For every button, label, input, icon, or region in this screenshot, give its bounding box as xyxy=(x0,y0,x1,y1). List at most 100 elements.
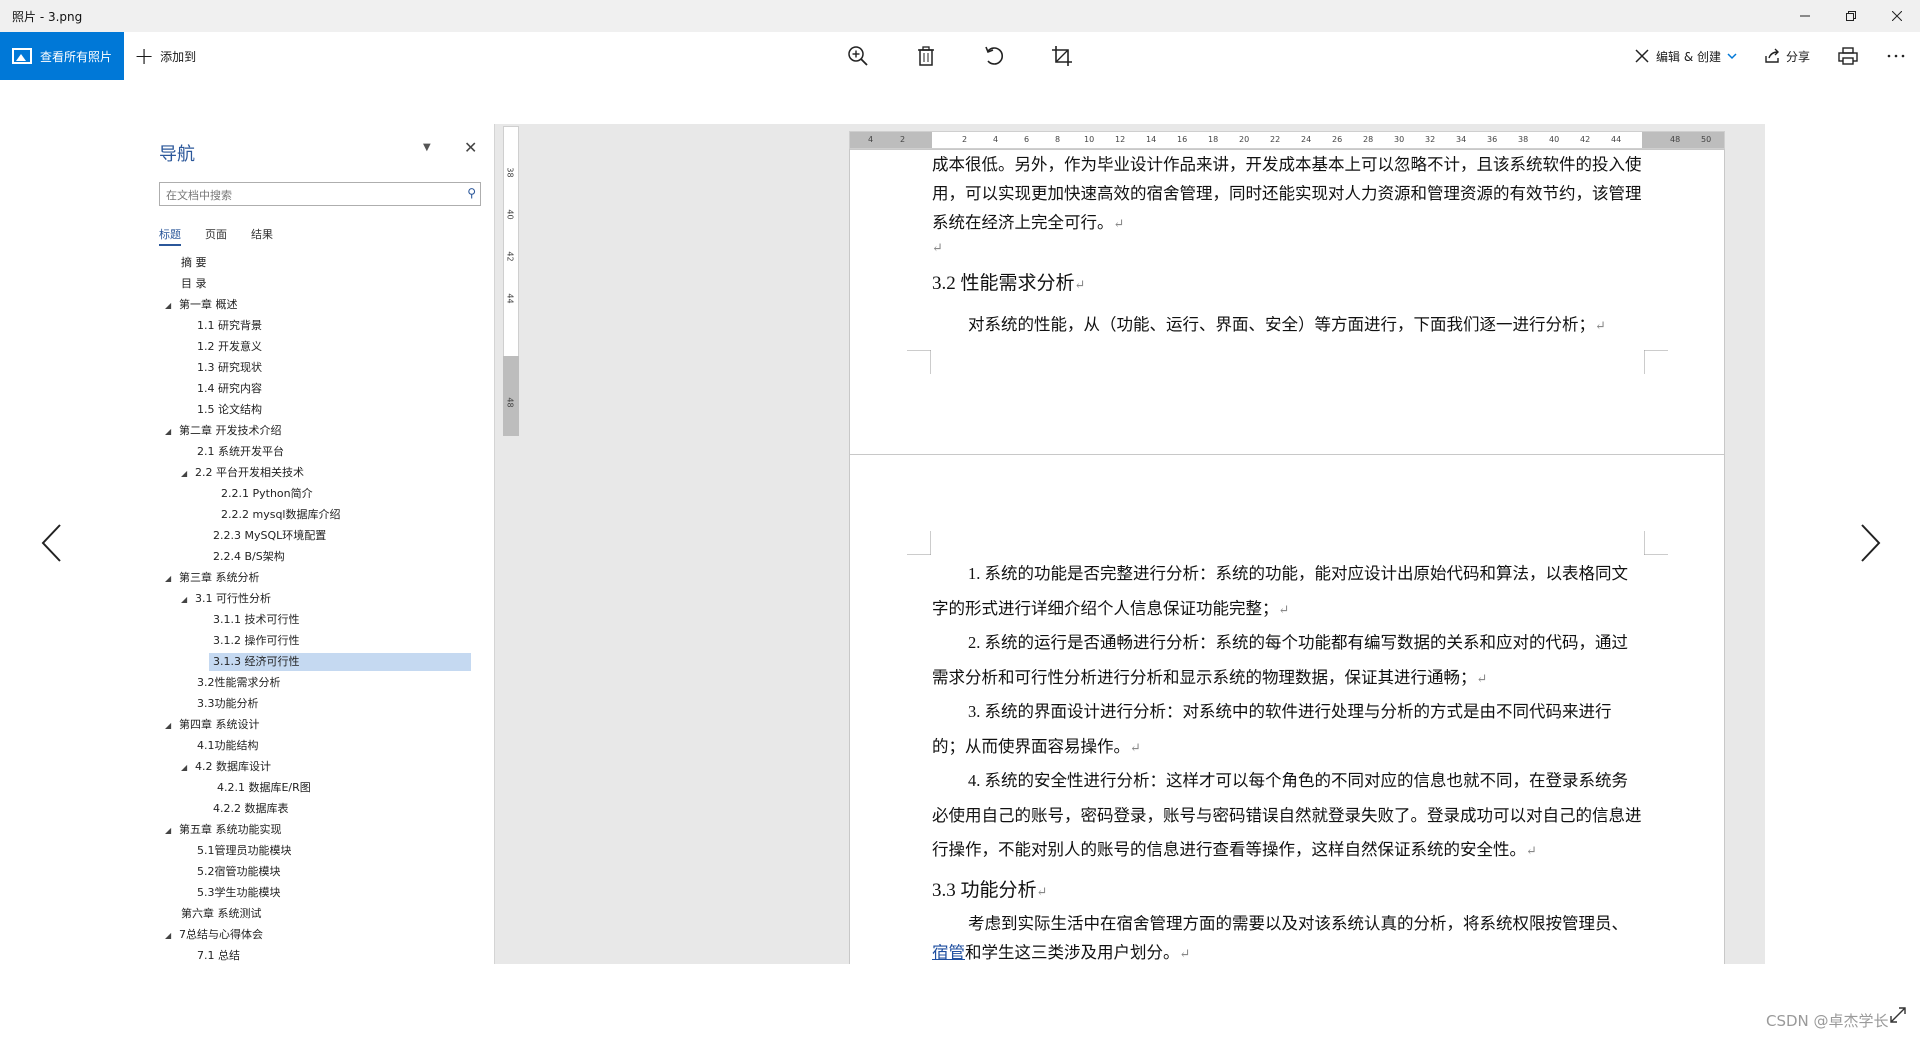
nav-item: ◢ 7总结与心得体会 xyxy=(165,928,263,941)
list-paragraph: 2. 系统的运行是否通畅进行分析：系统的每个功能都有编写数据的关系和应对的代码，… xyxy=(932,633,1628,687)
more-button[interactable] xyxy=(1884,44,1908,68)
print-icon xyxy=(1838,47,1858,65)
minimize-button[interactable] xyxy=(1782,0,1828,32)
vruler-margin xyxy=(503,356,519,436)
delete-button[interactable] xyxy=(914,44,938,68)
section-heading: 3.2 性能需求分析↵ xyxy=(932,273,1086,294)
nav-tab-pages: 页面 xyxy=(205,228,227,241)
nav-item: 4.1功能结构 xyxy=(197,739,259,752)
hruler-tick: 26 xyxy=(1332,135,1343,144)
hruler-tick: 34 xyxy=(1456,135,1467,144)
rotate-button[interactable] xyxy=(982,44,1006,68)
nav-title: 导航 xyxy=(159,144,195,165)
restore-icon xyxy=(1846,11,1856,21)
share-label: 分享 xyxy=(1786,49,1811,64)
nav-tab-results: 结果 xyxy=(251,228,273,241)
nav-item: 2.2.2 mysql数据库介绍 xyxy=(221,508,341,521)
nav-item: 1.4 研究内容 xyxy=(197,382,262,395)
hruler-tick: 24 xyxy=(1301,135,1312,144)
nav-close-icon: ✕ xyxy=(464,138,478,157)
nav-item: ◢ 第一章 概述 xyxy=(165,298,238,311)
nav-item: 5.3学生功能模块 xyxy=(197,886,281,899)
nav-item: 第六章 系统测试 xyxy=(181,907,262,920)
hruler-tick: 12 xyxy=(1115,135,1126,144)
page-margin-mark xyxy=(1644,531,1668,555)
nav-item: ◢ 4.2 数据库设计 xyxy=(181,760,271,773)
navigation-pane: 导航 ▼ ✕ 在文档中搜索 ⚲ 标题 页面 结果 摘 要 目 录 ◢ 第一章 概述… xyxy=(155,124,495,964)
document-page: 成本很低。另外，作为毕业设计作品来讲，开发成本基本上可以忽略不计，且该系统软件的… xyxy=(849,149,1725,461)
nav-item: 5.2宿管功能模块 xyxy=(197,865,281,878)
title-bar: 照片 - 3.png xyxy=(0,0,1920,32)
edit-create-button[interactable]: 编辑 & 创建 xyxy=(1634,32,1737,80)
zoom-button[interactable] xyxy=(846,44,870,68)
hruler-tick: 18 xyxy=(1208,135,1219,144)
nav-item: 摘 要 xyxy=(181,256,207,269)
edit-icon xyxy=(1635,49,1649,63)
close-window-button[interactable] xyxy=(1874,0,1920,32)
nav-item: 4.2.2 数据库表 xyxy=(213,802,289,815)
hruler-tick: 10 xyxy=(1084,135,1095,144)
nav-tabs: 标题 页面 结果 xyxy=(159,226,273,246)
vruler-tick: 42 xyxy=(505,251,515,262)
next-photo-button[interactable] xyxy=(1856,520,1886,566)
zoom-in-icon xyxy=(848,46,868,66)
vruler-tick: 40 xyxy=(505,209,515,220)
hruler-right-margin xyxy=(1642,132,1724,148)
nav-item: 5.1管理员功能模块 xyxy=(197,844,292,857)
section-heading: 3.3 功能分析↵ xyxy=(932,880,1048,901)
fullscreen-button[interactable] xyxy=(1889,1006,1907,1029)
edit-create-label: 编辑 & 创建 xyxy=(1656,49,1721,64)
previous-photo-button[interactable] xyxy=(36,520,66,566)
hruler-tick: 28 xyxy=(1363,135,1374,144)
vruler-tick: 48 xyxy=(505,397,515,408)
page-margin-mark xyxy=(1644,350,1668,374)
nav-item: 1.2 开发意义 xyxy=(197,340,262,353)
nav-item: ◢ 第四章 系统设计 xyxy=(165,718,260,731)
toolbar: 查看所有照片 + 添加到 编辑 & 创建 分享 xyxy=(0,32,1920,80)
hruler-tick: 8 xyxy=(1055,135,1061,144)
hruler-tick: 48 xyxy=(1670,135,1681,144)
hruler-tick: 2 xyxy=(962,135,968,144)
paragraph: 考虑到实际生活中在宿舍管理方面的需要以及对该系统认真的分析，将系统权限按管理员、… xyxy=(932,914,1628,962)
photo-icon xyxy=(12,48,32,64)
hruler-tick: 6 xyxy=(1024,135,1030,144)
document-page: 1. 系统的功能是否完整进行分析：系统的功能，能对应设计出原始代码和算法，以表格… xyxy=(849,454,1725,964)
nav-item: ◢ 3.1 可行性分析 xyxy=(181,592,271,605)
nav-item: 1.1 研究背景 xyxy=(197,319,262,332)
hruler-tick: 36 xyxy=(1487,135,1498,144)
nav-item: ◢ 第三章 系统分析 xyxy=(165,571,260,584)
nav-item: 7.1 总结 xyxy=(197,949,240,962)
crop-button[interactable] xyxy=(1050,44,1074,68)
view-all-photos-button[interactable]: 查看所有照片 xyxy=(0,32,124,80)
view-all-label: 查看所有照片 xyxy=(40,49,113,64)
chevron-left-icon xyxy=(41,524,61,562)
restore-button[interactable] xyxy=(1828,0,1874,32)
paragraph: 成本很低。另外，作为毕业设计作品来讲，开发成本基本上可以忽略不计，且该系统软件的… xyxy=(932,155,1642,232)
hruler-tick: 22 xyxy=(1270,135,1281,144)
nav-item: 3.3功能分析 xyxy=(197,697,259,710)
hruler-tick: 4 xyxy=(868,135,874,144)
hruler-tick: 32 xyxy=(1425,135,1436,144)
crop-icon xyxy=(1052,46,1072,66)
hruler-tick: 30 xyxy=(1394,135,1405,144)
hruler-tick: 38 xyxy=(1518,135,1529,144)
hruler-tick: 20 xyxy=(1239,135,1250,144)
vruler-tick: 38 xyxy=(505,167,515,178)
expand-icon xyxy=(1890,1007,1906,1023)
search-icon: ⚲ xyxy=(467,186,476,200)
vruler-tick: 44 xyxy=(505,293,515,304)
nav-search-field: 在文档中搜索 ⚲ xyxy=(159,182,481,206)
nav-item: 目 录 xyxy=(181,277,207,290)
nav-item: ◢ 第二章 开发技术介绍 xyxy=(165,424,282,437)
nav-item: 1.3 研究现状 xyxy=(197,361,262,374)
photo-canvas: 导航 ▼ ✕ 在文档中搜索 ⚲ 标题 页面 结果 摘 要 目 录 ◢ 第一章 概述… xyxy=(155,124,1765,964)
share-button[interactable]: 分享 xyxy=(1764,32,1810,80)
hruler-tick: 14 xyxy=(1146,135,1157,144)
paragraph: 对系统的性能，从（功能、运行、界面、安全）等方面进行，下面我们逐一进行分析；↵ xyxy=(968,315,1606,334)
hruler-tick: 44 xyxy=(1611,135,1622,144)
page-margin-mark xyxy=(907,531,931,555)
print-button[interactable] xyxy=(1836,44,1860,68)
nav-item: 1.5 论文结构 xyxy=(197,403,262,416)
add-to-button[interactable]: + 添加到 xyxy=(134,32,196,80)
nav-item: 3.1.2 操作可行性 xyxy=(213,634,300,647)
